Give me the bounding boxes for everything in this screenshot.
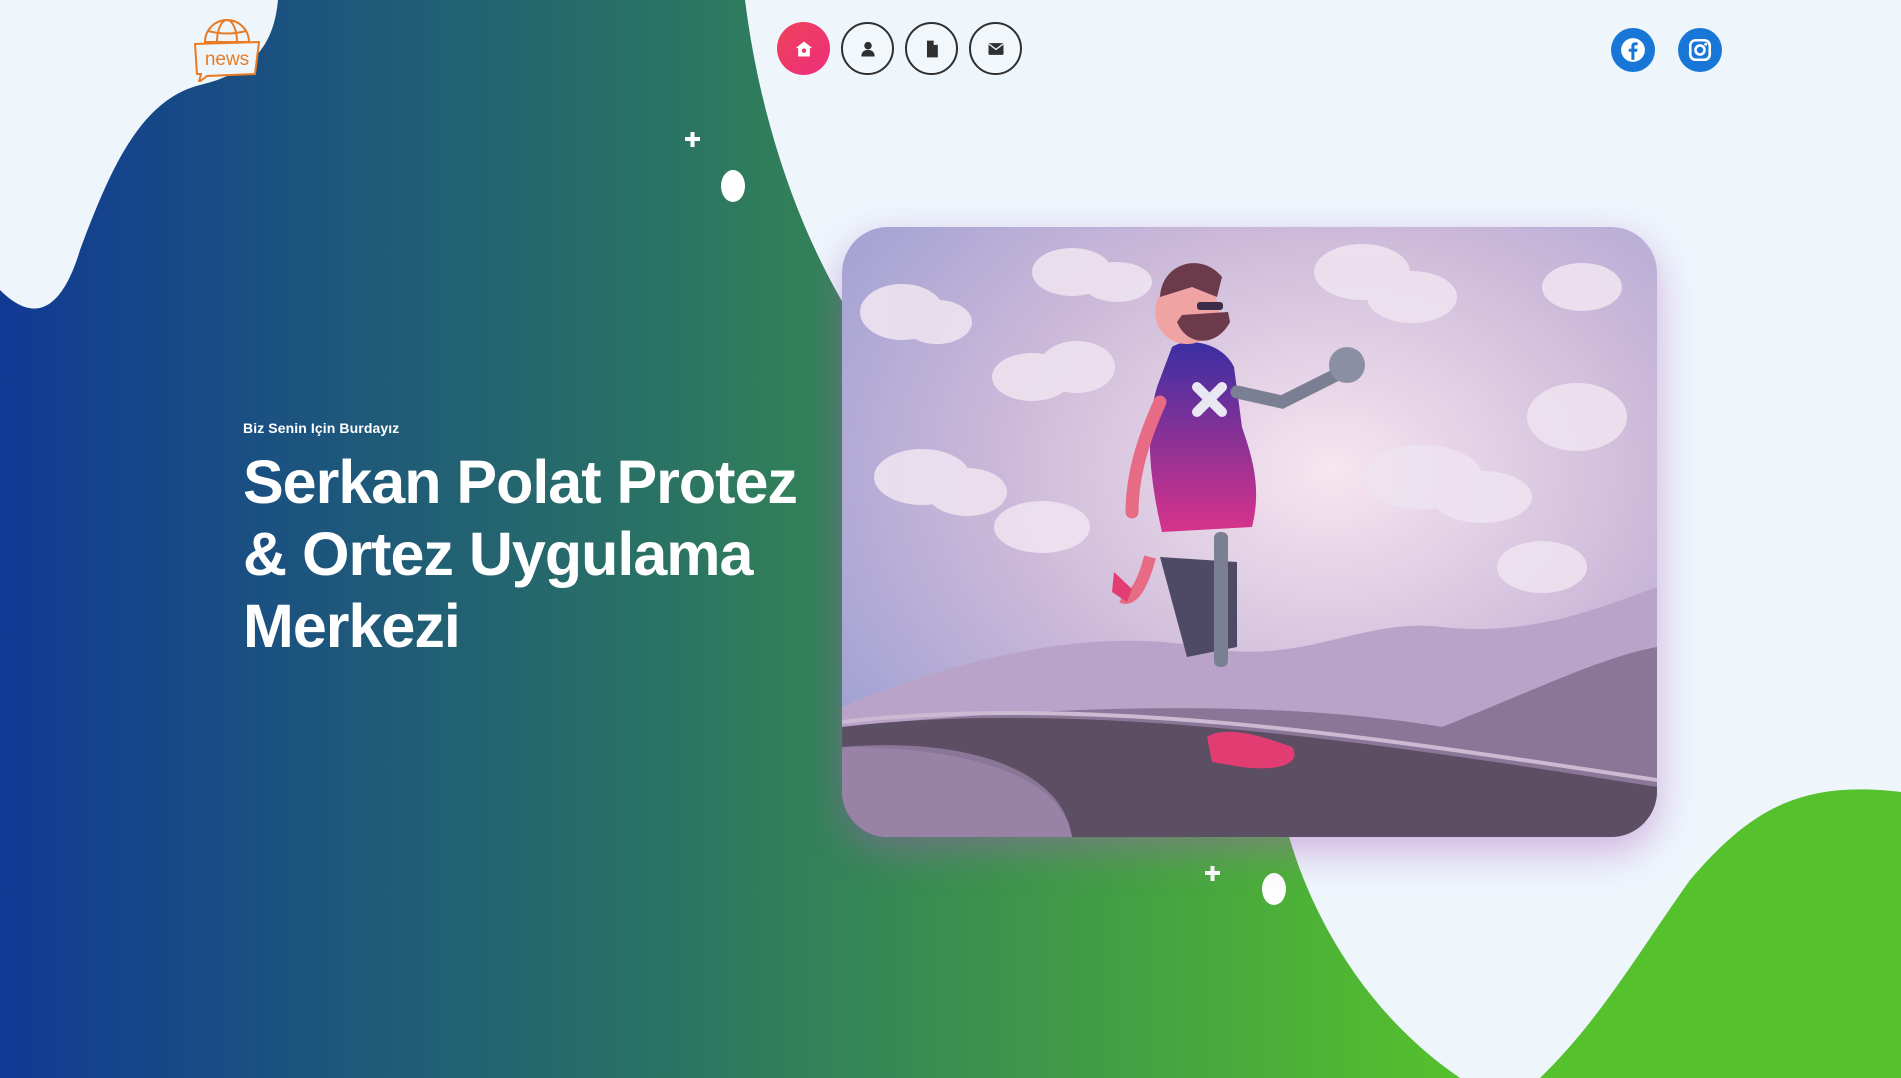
nav-contact-button[interactable] — [969, 22, 1022, 75]
hero-title-line: Merkezi — [243, 592, 461, 660]
globe-news-logo-icon: news — [193, 19, 261, 85]
home-icon — [795, 41, 812, 56]
logo-text: news — [205, 49, 249, 70]
social-links — [1611, 28, 1722, 72]
hero-section: Biz Senin Için Burdayız Serkan Polat Pro… — [243, 420, 803, 662]
file-icon — [926, 40, 938, 57]
instagram-button[interactable] — [1678, 28, 1722, 72]
decor-dot-bottom — [1262, 873, 1286, 905]
facebook-icon — [1621, 38, 1645, 62]
hero-illustration-card — [842, 227, 1657, 837]
hero-subtitle: Biz Senin Için Burdayız — [243, 420, 400, 436]
hero-title-line: & Ortez Uygulama — [243, 520, 753, 588]
hero-title: Serkan Polat Protez & Ortez Uygulama Mer… — [243, 446, 803, 662]
nav-documents-button[interactable] — [905, 22, 958, 75]
hero-title-line: Serkan Polat Protez — [243, 448, 798, 516]
envelope-icon — [988, 42, 1003, 55]
main-nav — [777, 22, 1022, 75]
nav-about-button[interactable] — [841, 22, 894, 75]
user-icon — [860, 41, 875, 56]
instagram-icon — [1688, 38, 1712, 62]
decor-dot-top — [721, 170, 745, 202]
nav-home-button[interactable] — [777, 22, 830, 75]
site-logo[interactable]: news — [193, 18, 263, 85]
running-man-prosthetic-illustration — [842, 227, 1657, 837]
facebook-button[interactable] — [1611, 28, 1655, 72]
